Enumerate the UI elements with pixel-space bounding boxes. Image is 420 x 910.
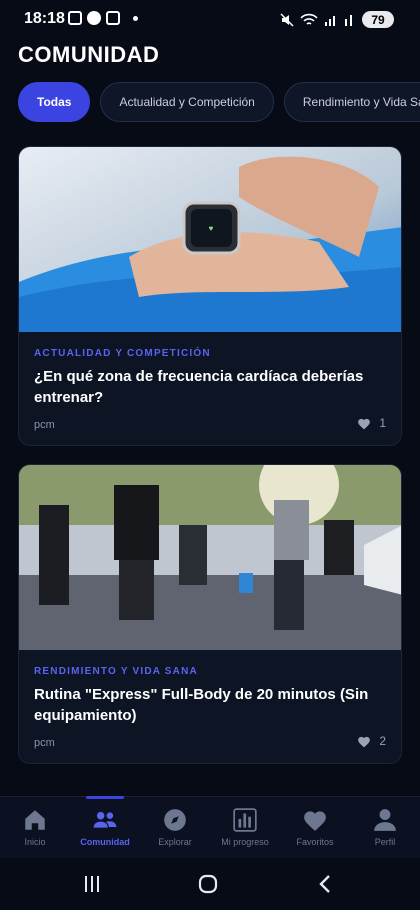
phone-icon — [87, 11, 101, 25]
home-icon — [25, 810, 45, 830]
notification-icons — [68, 11, 138, 25]
user-icon — [374, 809, 396, 831]
nav-label: Comunidad — [80, 837, 130, 847]
back-icon[interactable] — [314, 872, 338, 896]
post-card[interactable]: RENDIMIENTO Y VIDA SANA Rutina "Express"… — [18, 464, 402, 764]
screenshot-icon — [68, 11, 82, 25]
signal-icon — [325, 15, 335, 26]
recent-apps-icon[interactable] — [80, 872, 104, 896]
like-count: 1 — [379, 416, 386, 430]
nav-comunidad[interactable]: Comunidad — [70, 796, 140, 858]
heart-icon — [358, 736, 371, 747]
like-button[interactable]: 1 — [357, 416, 386, 430]
chip-rendimiento[interactable]: Rendimiento y Vida Sana — [283, 82, 420, 122]
instagram-icon — [106, 11, 120, 25]
post-card[interactable]: ♥ ACTUALIDAD Y COMPETICIÓN ¿En qué zona … — [18, 146, 402, 446]
post-category: ACTUALIDAD Y COMPETICIÓN — [34, 348, 211, 359]
post-author: pcm — [34, 737, 55, 749]
page-title: COMUNIDAD — [18, 42, 160, 67]
battery-indicator: 79 — [362, 11, 394, 28]
nav-inicio[interactable]: Inicio — [0, 797, 70, 858]
wifi-icon — [300, 13, 318, 25]
status-time: 18:18 — [24, 10, 65, 27]
filter-chips: Todas Actualidad y Competición Rendimien… — [18, 82, 420, 122]
post-image-smartwatch: ♥ — [19, 147, 401, 332]
nav-label: Inicio — [24, 837, 46, 847]
more-notifications-icon — [133, 15, 138, 21]
post-title[interactable]: Rutina "Express" Full-Body de 20 minutos… — [34, 684, 374, 726]
bottom-nav: Inicio Comunidad Explorar Mi progreso Fa… — [0, 796, 420, 858]
system-nav — [0, 858, 420, 910]
compass-icon — [164, 809, 186, 831]
nav-favoritos[interactable]: Favoritos — [280, 797, 350, 858]
chip-actualidad[interactable]: Actualidad y Competición — [100, 82, 274, 122]
nav-label: Perfil — [374, 837, 396, 847]
like-button[interactable]: 2 — [357, 734, 386, 748]
status-bar: 18:18 79 — [0, 0, 420, 40]
heart-icon — [358, 418, 371, 429]
post-title[interactable]: ¿En qué zona de frecuencia cardíaca debe… — [34, 366, 374, 408]
svg-text:♥: ♥ — [209, 224, 214, 233]
nav-label: Mi progreso — [221, 837, 269, 847]
nav-mi-progreso[interactable]: Mi progreso — [210, 797, 280, 858]
nav-label: Favoritos — [296, 837, 334, 847]
home-button-icon[interactable] — [196, 872, 220, 896]
nav-perfil[interactable]: Perfil — [350, 797, 420, 858]
heart-icon — [304, 811, 326, 831]
like-count: 2 — [379, 734, 386, 748]
mute-icon — [280, 12, 294, 27]
post-author: pcm — [34, 419, 55, 431]
post-category: RENDIMIENTO Y VIDA SANA — [34, 666, 198, 677]
nav-explorar[interactable]: Explorar — [140, 797, 210, 858]
signal-2-icon — [345, 14, 352, 26]
people-icon — [93, 811, 117, 828]
bar-chart-icon — [233, 808, 257, 832]
chip-todas[interactable]: Todas — [18, 82, 91, 122]
system-icons: 79 — [280, 11, 394, 28]
nav-label: Explorar — [158, 837, 192, 847]
post-image-group-workout — [19, 465, 401, 650]
